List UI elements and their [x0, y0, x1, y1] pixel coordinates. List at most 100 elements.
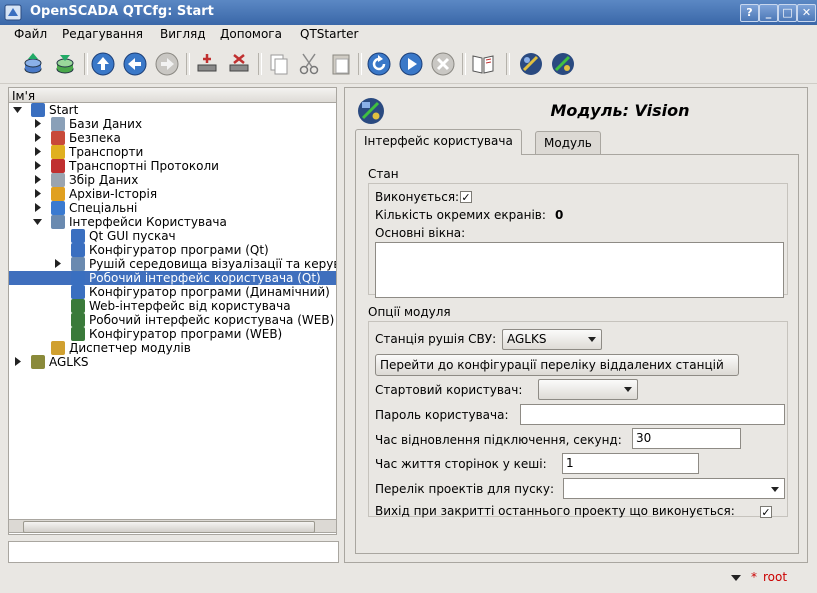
tree-item-icon: [31, 355, 45, 369]
tree-item-label: Спеціальні: [69, 201, 138, 215]
tree-item-label: Інтерфейси Користувача: [69, 215, 227, 229]
manual-icon[interactable]: [470, 51, 496, 77]
main-windows-list[interactable]: [375, 242, 784, 298]
cache-lifetime-field[interactable]: 1: [562, 453, 699, 474]
close-window-button[interactable]: ✕: [797, 4, 816, 22]
copy-icon[interactable]: [266, 51, 292, 77]
delete-icon[interactable]: [226, 51, 252, 77]
tree-item[interactable]: Qt GUI пускач: [9, 229, 336, 243]
qtcfg-icon[interactable]: [518, 51, 544, 77]
tree-horizontal-scrollbar[interactable]: [8, 519, 337, 533]
toolbar-separator: [506, 53, 510, 75]
tree-column-header[interactable]: Ім'я: [8, 87, 337, 103]
tree-item[interactable]: Архіви-Історія: [9, 187, 336, 201]
tree-expand-icon[interactable]: [33, 133, 42, 142]
tree-expand-icon[interactable]: [13, 357, 22, 366]
tree-collapse-icon[interactable]: [33, 217, 42, 226]
tree-expand-icon[interactable]: [33, 203, 42, 212]
db-save-icon[interactable]: [52, 51, 78, 77]
tree-item[interactable]: Транспортні Протоколи: [9, 159, 336, 173]
projects-label: Перелік проектів для пуску:: [375, 482, 555, 496]
tree-expand-icon[interactable]: [33, 119, 42, 128]
tab-user-interface[interactable]: Інтерфейс користувача: [355, 129, 522, 155]
tree-item[interactable]: Робочий інтерфейс користувача (WEB): [9, 313, 336, 327]
tree-item[interactable]: Інтерфейси Користувача: [9, 215, 336, 229]
chevron-down-icon: [588, 337, 596, 342]
password-field[interactable]: [520, 404, 785, 425]
menu-qtstarter[interactable]: QTStarter: [300, 27, 358, 41]
tree-item-label: Рушій середовища візуалізації та керуван…: [89, 257, 336, 271]
tree-item-icon: [71, 229, 85, 243]
toolbar: [0, 45, 817, 84]
tree-expand-icon[interactable]: [33, 161, 42, 170]
menu-edit[interactable]: Редагування: [62, 27, 143, 41]
tree-expand-icon[interactable]: [33, 189, 42, 198]
help-window-button[interactable]: ?: [740, 4, 759, 22]
tree-item[interactable]: Безпека: [9, 131, 336, 145]
status-dropdown-icon[interactable]: [731, 575, 741, 581]
tree-item-label: Бази Даних: [69, 117, 143, 131]
menu-file[interactable]: Файл: [14, 27, 47, 41]
tree-item[interactable]: Конфігуратор програми (Динамічний): [9, 285, 336, 299]
tree-filter-input[interactable]: [8, 541, 339, 563]
projects-combo[interactable]: [563, 478, 785, 499]
tree-expand-icon[interactable]: [33, 147, 42, 156]
stop-icon[interactable]: [430, 51, 456, 77]
tree-expand-icon[interactable]: [53, 259, 62, 268]
start-icon[interactable]: [398, 51, 424, 77]
tree-item[interactable]: Транспорти: [9, 145, 336, 159]
tree-item[interactable]: Диспетчер модулів: [9, 341, 336, 355]
station-combo[interactable]: AGLKS: [502, 329, 602, 350]
tree-item[interactable]: Робочий інтерфейс користувача (Qt): [9, 271, 336, 285]
tree-item-label: Конфігуратор програми (WEB): [89, 327, 283, 341]
paste-icon[interactable]: [328, 51, 354, 77]
tree-item[interactable]: Web-інтерфейс від користувача: [9, 299, 336, 313]
running-checkbox[interactable]: ✓: [460, 191, 472, 203]
menu-help[interactable]: Допомога: [220, 27, 282, 41]
tree-item[interactable]: Start: [9, 103, 336, 117]
tree-item[interactable]: Спеціальні: [9, 201, 336, 215]
tree-item-label: Архіви-Історія: [69, 187, 158, 201]
maximize-button[interactable]: □: [778, 4, 797, 22]
tree-item-icon: [51, 131, 65, 145]
refresh-icon[interactable]: [366, 51, 392, 77]
start-user-label: Стартовий користувач:: [375, 383, 523, 397]
tree-item[interactable]: Конфігуратор програми (Qt): [9, 243, 336, 257]
tree-item[interactable]: Конфігуратор програми (WEB): [9, 327, 336, 341]
tree-item[interactable]: AGLKS: [9, 355, 336, 369]
current-user[interactable]: root: [763, 570, 787, 584]
restore-time-field[interactable]: 30: [632, 428, 741, 449]
tree-item[interactable]: Рушій середовища візуалізації та керуван…: [9, 257, 336, 271]
exit-on-close-checkbox[interactable]: ✓: [760, 506, 772, 518]
tree-collapse-icon[interactable]: [13, 105, 22, 114]
minimize-button[interactable]: _: [759, 4, 778, 22]
db-load-icon[interactable]: [20, 51, 46, 77]
tree-item[interactable]: Збір Даних: [9, 173, 336, 187]
back-icon[interactable]: [122, 51, 148, 77]
title-bar[interactable]: OpenSCADA QTCfg: Start ? _ □ ✕: [0, 0, 817, 26]
forward-icon[interactable]: [154, 51, 180, 77]
menu-bar: Файл Редагування Вигляд Допомога QTStart…: [0, 25, 817, 45]
tree-item-label: Транспортні Протоколи: [69, 159, 219, 173]
tree-item[interactable]: Бази Даних: [9, 117, 336, 131]
scrollbar-thumb[interactable]: [23, 521, 315, 533]
add-icon[interactable]: [194, 51, 220, 77]
station-label: Станція рушія СВУ:: [375, 332, 497, 346]
up-icon[interactable]: [90, 51, 116, 77]
tree-item-label: Диспетчер модулів: [69, 341, 191, 355]
tree-item-icon: [71, 327, 85, 341]
tab-module[interactable]: Модуль: [535, 131, 601, 154]
tree-item-icon: [51, 201, 65, 215]
menu-view[interactable]: Вигляд: [160, 27, 206, 41]
tree-item-label: Start: [49, 103, 79, 117]
start-user-combo[interactable]: [538, 379, 638, 400]
tree-item-icon: [71, 285, 85, 299]
tree-item-label: Конфігуратор програми (Qt): [89, 243, 269, 257]
object-tree[interactable]: Start Бази Даних Безпека Транспорти Транспор…: [8, 103, 337, 535]
remote-stations-button[interactable]: Перейти до конфігурації переліку віддале…: [375, 354, 739, 376]
chevron-down-icon[interactable]: [771, 487, 779, 492]
vision-icon[interactable]: [550, 51, 576, 77]
tree-expand-icon[interactable]: [33, 175, 42, 184]
window-title: OpenSCADA QTCfg: Start: [30, 4, 214, 19]
cut-icon[interactable]: [296, 51, 322, 77]
